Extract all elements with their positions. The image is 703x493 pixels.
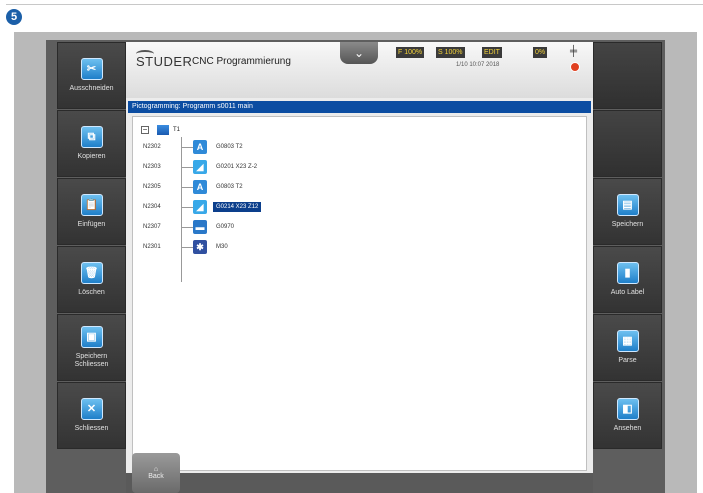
tree-root[interactable]: − T1 [141,125,180,135]
dress-icon: ▬ [193,220,207,234]
tree-branch [181,246,193,248]
tree-row[interactable]: N2302 A G0803 T2 [133,139,433,155]
left-button-1[interactable]: ✂ Ausschneiden [57,42,126,109]
right-sidebar: ▤ Speichern ▮ Auto Label ▦ Parse ◧ Ansehen [593,42,662,493]
grind-icon: ◢ [193,160,207,174]
header: STUDER CNC Programmierung ⌄ F 100% S 100… [126,42,593,98]
status-speed: S 100% [436,47,465,58]
status-feed: F 100% [396,47,425,58]
tree-root-label: T1 [173,127,181,133]
main-screen: STUDER CNC Programmierung ⌄ F 100% S 100… [126,42,593,493]
left-sidebar: ✂ Ausschneiden ⧉ Kopieren 📋 Einfügen 🗑 Löschen ▣… [57,42,126,493]
right-empty-slot [593,42,662,109]
alarm-icon [570,62,580,72]
end-icon: ✱ [193,240,207,254]
collapse-icon[interactable]: − [141,126,149,134]
save-close-icon: ▣ [80,326,103,348]
left-button-label: Einfügen [77,221,106,228]
status-mode: EDIT [482,47,502,58]
right-button-label: Speichern [611,221,644,228]
tree-branch [181,186,193,188]
right-button-5[interactable]: ▦ Parse [593,314,662,381]
back-label: Back [148,473,164,480]
tree-branch [181,226,193,228]
left-button-5[interactable]: ▣ Speichern Schliessen [57,314,126,381]
tree-branch [181,166,193,168]
right-button-3[interactable]: ▤ Speichern [593,178,662,245]
block-label: G0970 [216,224,235,230]
left-button-label: Kopieren [77,153,106,160]
step-badge: 5 [6,9,22,25]
scissors-icon: ✂ [80,58,103,80]
block-label: M30 [216,244,228,250]
block-number: N2303 [143,164,161,170]
app-title: CNC Programmierung [192,56,291,67]
view-icon: ◧ [616,398,639,420]
left-button-2[interactable]: ⧉ Kopieren [57,110,126,177]
block-number: N2304 [143,204,161,210]
tool-icon [157,125,169,135]
tree-row[interactable]: N2304 ◢ G0214 X23 Z12 [133,199,433,215]
block-number: N2307 [143,224,161,230]
right-button-label: Parse [618,357,637,364]
block-label: G0803 T2 [216,144,243,150]
save-icon: ▤ [616,194,639,216]
program-tree: − T1 N2302 A G0803 T2 N2303 ◢ G0201 X23 Z-2 N2… [132,116,587,471]
collapse-tab[interactable]: ⌄ [340,42,378,64]
back-button[interactable]: ⌂ Back [132,453,180,493]
left-button-label: Schliessen [74,425,109,432]
tree-row[interactable]: N2301 ✱ M30 [133,239,433,255]
right-button-label: Ansehen [613,425,642,432]
network-icon: ╪ [570,46,578,57]
program-title-bar: Pictogramming: Programm s0011 main [128,101,591,113]
block-number: N2305 [143,184,161,190]
document-icon: ▮ [616,262,639,284]
right-button-4[interactable]: ▮ Auto Label [593,246,662,313]
datetime: 1/10 10:07 2018 [456,62,500,68]
trash-icon: 🗑 [80,262,103,284]
tree-branch [181,146,193,148]
status-override: 0% [533,47,548,58]
left-button-4[interactable]: 🗑 Löschen [57,246,126,313]
left-button-6[interactable]: ✕ Schliessen [57,382,126,449]
back-icon: ⌂ [153,466,159,473]
left-button-label: Ausschneiden [69,85,114,92]
close-icon: ✕ [80,398,103,420]
block-label: G0214 X23 Z12 [213,202,262,212]
tree-row[interactable]: N2303 ◢ G0201 X23 Z-2 [133,159,433,175]
top-divider [6,4,703,5]
left-button-label: Speichern Schliessen [74,353,109,368]
cone-icon: A [193,140,207,154]
block-number: N2301 [143,244,161,250]
left-button-3[interactable]: 📋 Einfügen [57,178,126,245]
parse-icon: ▦ [616,330,639,352]
tree-row[interactable]: N2307 ▬ G0970 [133,219,433,235]
copy-icon: ⧉ [80,126,103,148]
right-button-label: Auto Label [610,289,645,296]
left-button-label: Löschen [78,289,105,296]
cone-icon: A [193,180,207,194]
right-empty-slot [593,110,662,177]
block-label: G0803 T2 [216,184,243,190]
block-label: G0201 X23 Z-2 [216,164,258,170]
block-number: N2302 [143,144,161,150]
bottom-bar [126,473,593,493]
grind-icon: ◢ [193,200,207,214]
paste-icon: 📋 [80,194,103,216]
chevron-down-icon: ⌄ [353,46,365,60]
tree-branch [181,206,193,208]
right-button-6[interactable]: ◧ Ansehen [593,382,662,449]
logo: STUDER [136,54,193,69]
tree-row[interactable]: N2305 A G0803 T2 [133,179,433,195]
